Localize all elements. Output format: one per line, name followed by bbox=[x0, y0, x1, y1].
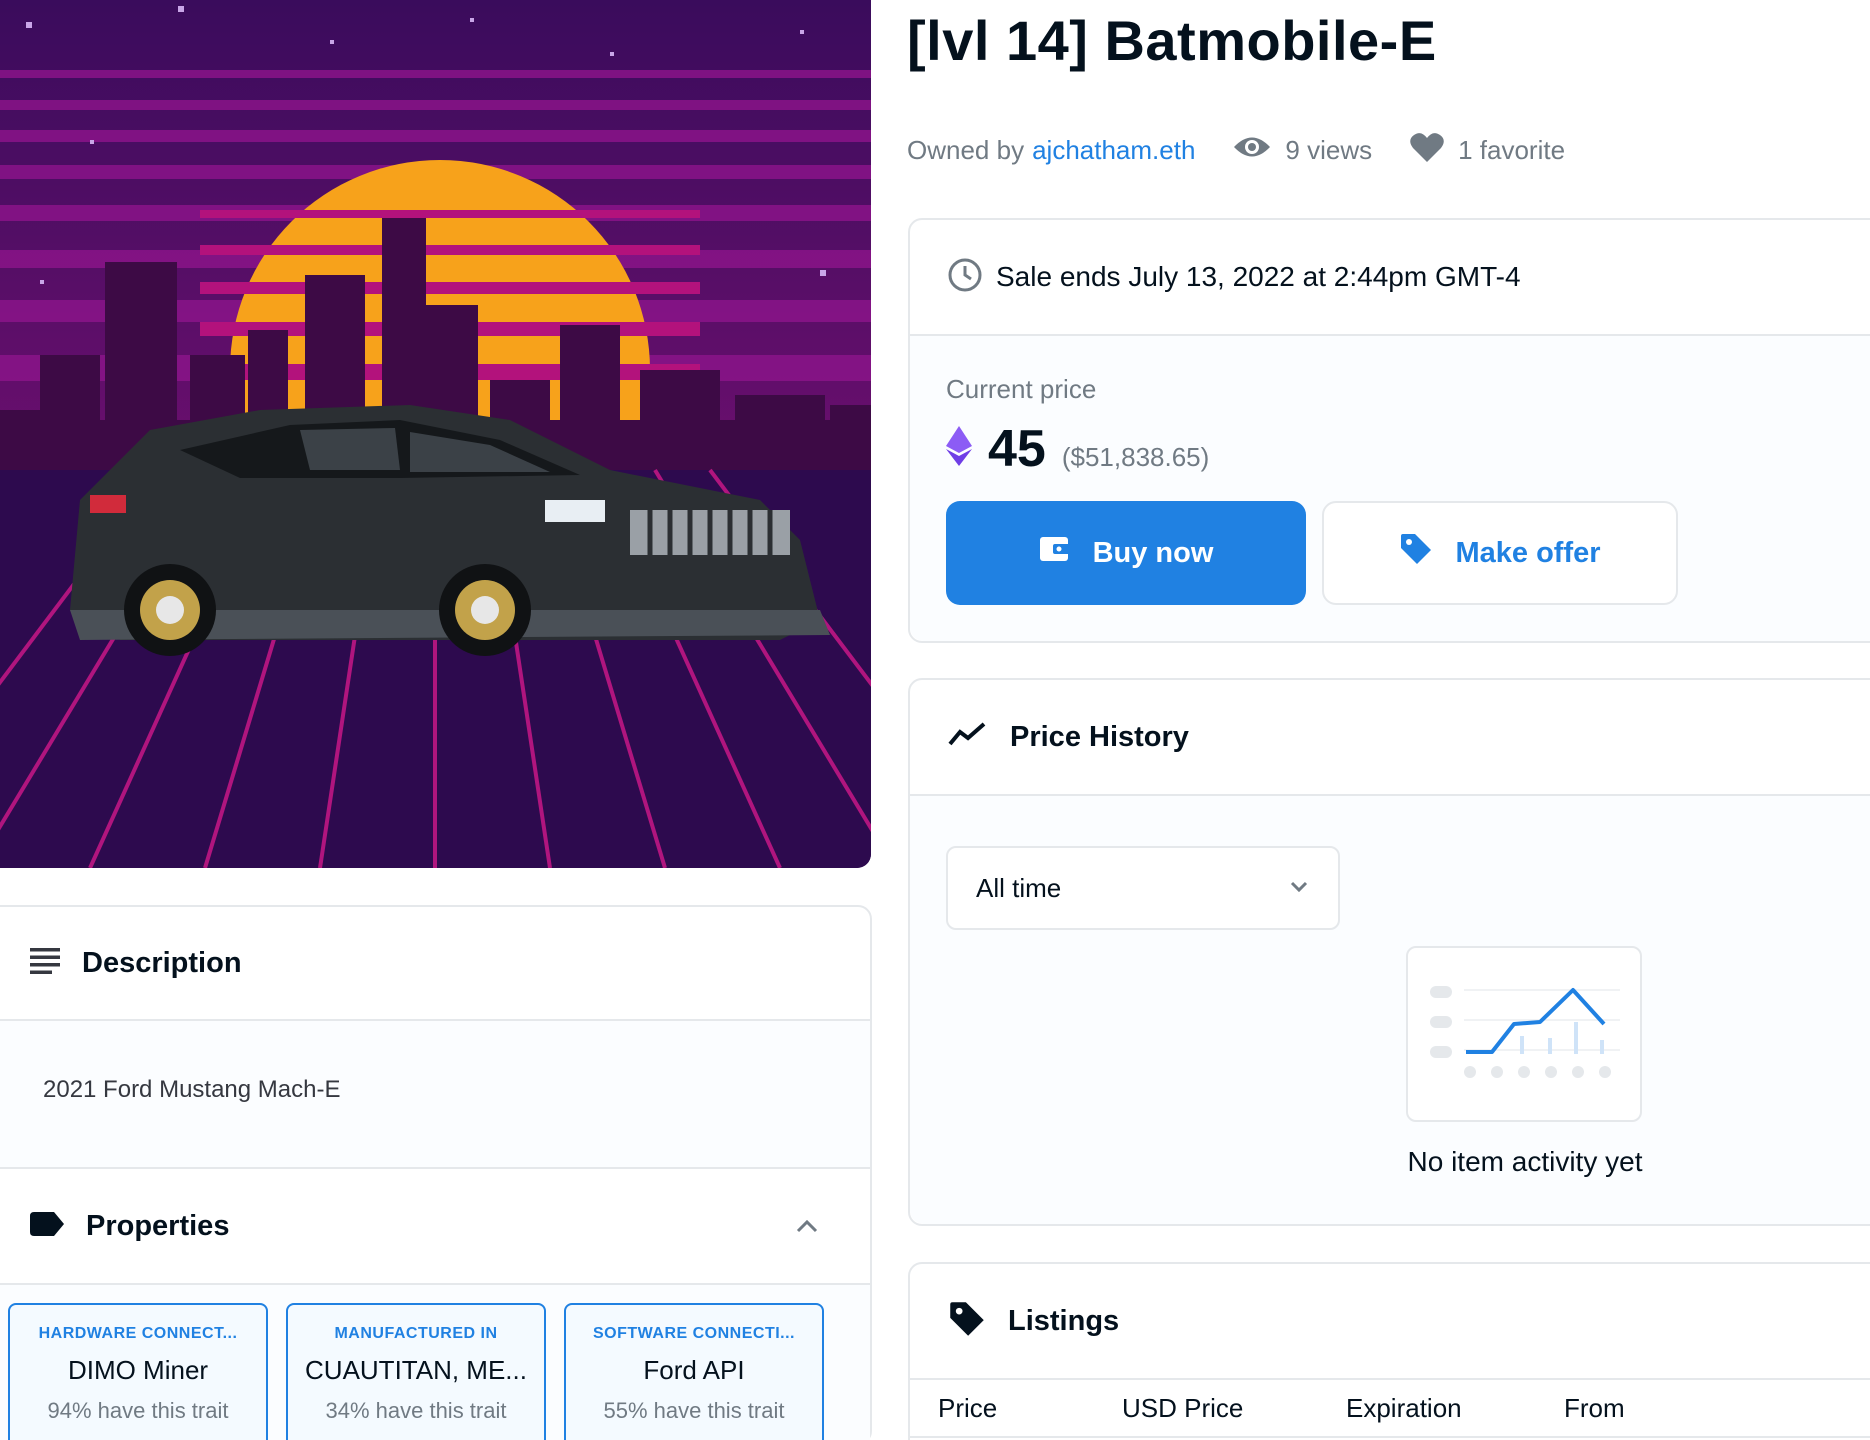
purchase-buttons: Buy now Make offer bbox=[946, 501, 1870, 605]
owner-link[interactable]: ajchatham.eth bbox=[1032, 135, 1195, 166]
properties-header[interactable]: Properties bbox=[0, 1169, 870, 1285]
price-usd: ($51,838.65) bbox=[1061, 442, 1210, 472]
trait-card[interactable]: HARDWARE CONNECT... DIMO Miner 94% have … bbox=[8, 1303, 268, 1440]
description-body: 2021 Ford Mustang Mach-E bbox=[0, 1021, 870, 1169]
properties-title: Properties bbox=[86, 1209, 230, 1242]
sale-ends-text: Sale ends July 13, 2022 at 2:44pm GMT-4 bbox=[996, 261, 1521, 292]
column-header-expiration: Expiration bbox=[1346, 1392, 1462, 1423]
column-header-from: From bbox=[1564, 1392, 1625, 1423]
properties-body: HARDWARE CONNECT... DIMO Miner 94% have … bbox=[0, 1285, 870, 1440]
time-range-select[interactable]: All time bbox=[946, 846, 1340, 930]
price-history-body: All time No item activity yet bbox=[910, 796, 1870, 1224]
favorites-count[interactable]: 1 favorite bbox=[1410, 132, 1565, 169]
clock-icon bbox=[948, 258, 982, 297]
heart-icon bbox=[1410, 132, 1444, 169]
price-row: 45 ($51,838.65) bbox=[946, 419, 1870, 479]
chart-placeholder-icon bbox=[1430, 986, 1620, 1078]
tag-icon bbox=[948, 1300, 986, 1343]
item-title: [lvl 14] Batmobile-E bbox=[907, 9, 1437, 72]
make-offer-button[interactable]: Make offer bbox=[1322, 501, 1678, 605]
favorites-label: 1 favorite bbox=[1458, 134, 1566, 165]
sale-header: Sale ends July 13, 2022 at 2:44pm GMT-4 bbox=[910, 220, 1870, 336]
tag-icon bbox=[1399, 532, 1433, 574]
trait-rarity: 94% have this trait bbox=[47, 1398, 229, 1423]
nft-image[interactable] bbox=[0, 0, 871, 868]
description-header[interactable]: Description bbox=[0, 907, 870, 1021]
empty-chart-illustration bbox=[1406, 946, 1642, 1122]
trait-card[interactable]: MANUFACTURED IN CUAUTITAN, ME... 34% hav… bbox=[286, 1303, 546, 1440]
lines-icon bbox=[30, 947, 60, 979]
price-history-panel: Price History All time No item activity … bbox=[908, 678, 1870, 1226]
listings-column-headers: Price USD Price Expiration From bbox=[910, 1380, 1870, 1438]
views-count: 9 views bbox=[1233, 134, 1372, 167]
trait-rarity: 55% have this trait bbox=[603, 1398, 785, 1423]
trend-line-icon bbox=[948, 721, 988, 753]
price-eth: 45 bbox=[988, 420, 1046, 478]
trait-type: SOFTWARE CONNECTI... bbox=[593, 1325, 795, 1342]
owned-by-label: Owned by bbox=[907, 134, 1025, 165]
chevron-up-icon[interactable] bbox=[794, 1213, 820, 1239]
listings-header[interactable]: Listings bbox=[910, 1264, 1870, 1380]
wallet-icon bbox=[1039, 534, 1071, 572]
chevron-down-icon bbox=[1288, 873, 1310, 904]
price-history-header[interactable]: Price History bbox=[910, 680, 1870, 796]
item-meta-row: Owned by ajchatham.eth 9 views 1 favorit… bbox=[907, 130, 1565, 170]
price-history-title: Price History bbox=[1010, 720, 1189, 753]
column-header-price: Price bbox=[938, 1392, 998, 1423]
make-offer-label: Make offer bbox=[1455, 536, 1601, 569]
sale-panel: Sale ends July 13, 2022 at 2:44pm GMT-4 … bbox=[908, 218, 1870, 643]
trait-type: MANUFACTURED IN bbox=[334, 1325, 498, 1342]
trait-rarity: 34% have this trait bbox=[325, 1398, 507, 1423]
trait-value: Ford API bbox=[643, 1355, 745, 1385]
buy-now-button[interactable]: Buy now bbox=[946, 501, 1306, 605]
time-range-value: All time bbox=[976, 872, 1062, 903]
no-activity-text: No item activity yet bbox=[1407, 1146, 1643, 1177]
ethereum-icon bbox=[946, 426, 972, 471]
trait-value: DIMO Miner bbox=[67, 1355, 209, 1385]
listings-panel: Listings Price USD Price Expiration From bbox=[908, 1262, 1870, 1440]
current-price-label: Current price bbox=[946, 374, 1097, 404]
column-header-usd-price: USD Price bbox=[1122, 1392, 1244, 1423]
pixel-art-batmobile bbox=[0, 0, 871, 868]
description-panel: Description 2021 Ford Mustang Mach-E Pro… bbox=[0, 905, 872, 1440]
eye-icon bbox=[1233, 134, 1271, 167]
buy-now-label: Buy now bbox=[1092, 536, 1214, 569]
trait-card[interactable]: SOFTWARE CONNECTI... Ford API 55% have t… bbox=[564, 1303, 824, 1440]
description-title: Description bbox=[82, 946, 242, 979]
description-text: 2021 Ford Mustang Mach-E bbox=[43, 1076, 341, 1103]
listings-title: Listings bbox=[1008, 1304, 1120, 1337]
trait-value: CUAUTITAN, ME... bbox=[305, 1355, 527, 1385]
trait-type: HARDWARE CONNECT... bbox=[38, 1325, 238, 1342]
sale-body: Current price 45 ($51,838.65) Buy now Ma… bbox=[910, 336, 1870, 641]
views-label: 9 views bbox=[1285, 134, 1373, 165]
label-icon bbox=[30, 1211, 64, 1241]
